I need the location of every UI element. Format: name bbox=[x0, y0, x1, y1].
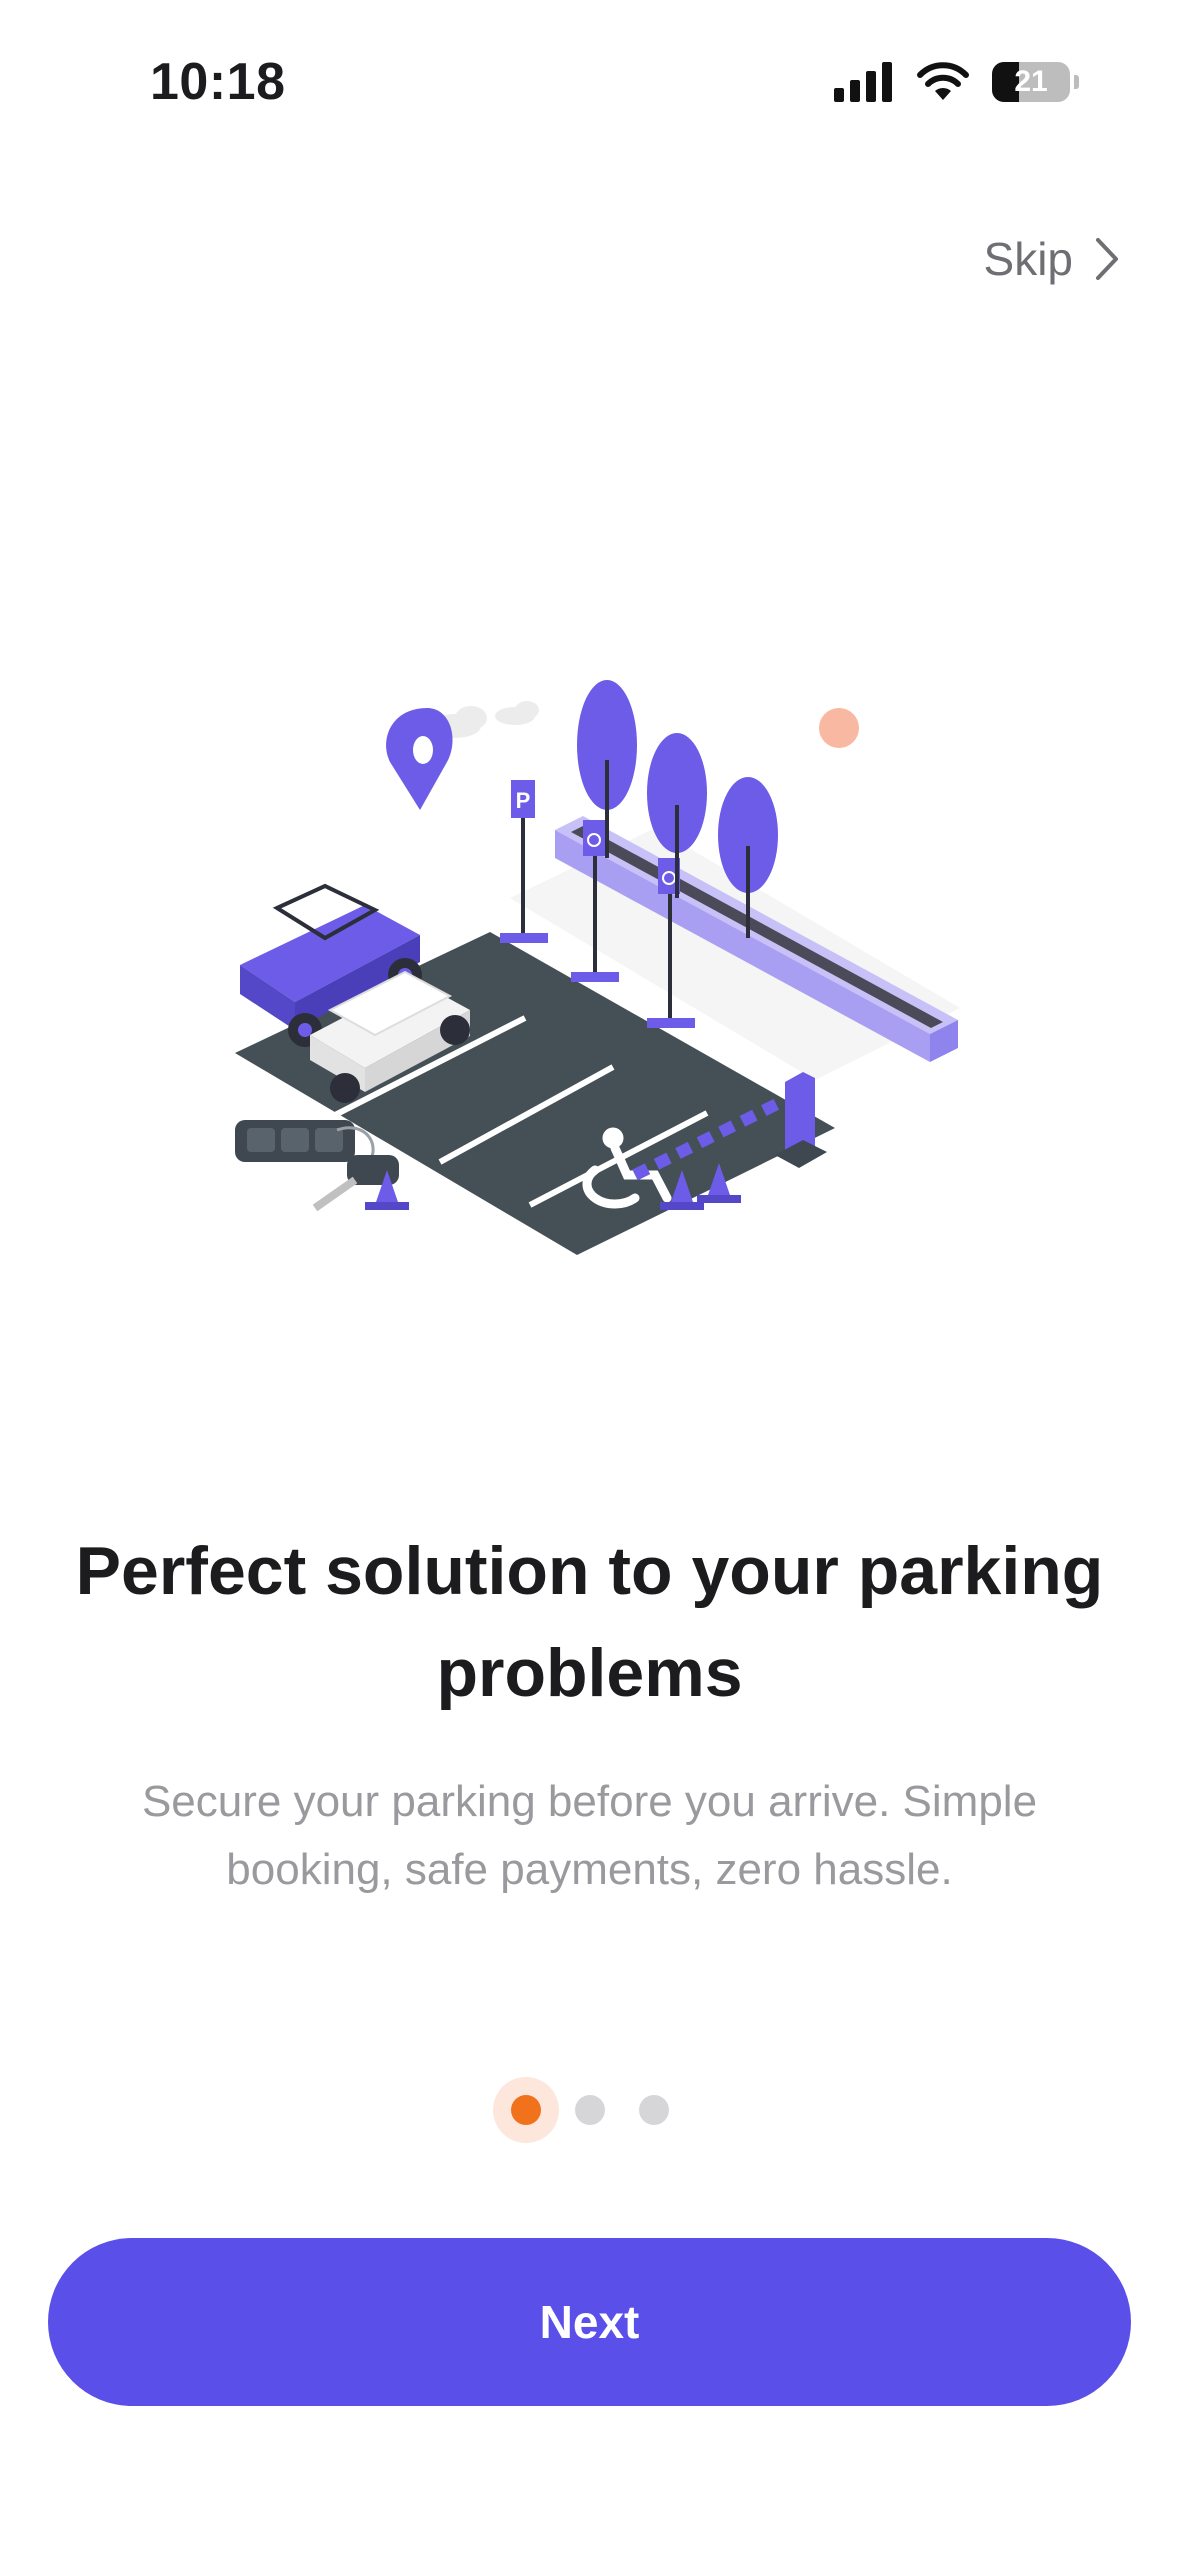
skip-button[interactable]: Skip bbox=[984, 232, 1119, 286]
sun-icon bbox=[819, 708, 859, 748]
chevron-right-icon bbox=[1096, 238, 1118, 280]
battery-level: 21 bbox=[1014, 65, 1048, 98]
parking-illustration: P bbox=[235, 680, 960, 1255]
status-bar: 10:18 21 bbox=[0, 0, 1179, 170]
battery-cap bbox=[1074, 75, 1079, 89]
page-dot-3[interactable] bbox=[638, 2095, 669, 2125]
page-indicator bbox=[0, 2075, 1179, 2145]
page-dot-2[interactable] bbox=[574, 2095, 605, 2125]
next-button-label: Next bbox=[539, 2296, 640, 2348]
signal-icon bbox=[834, 62, 892, 102]
page-dot-1[interactable] bbox=[510, 2095, 541, 2125]
parking-sign: P bbox=[500, 780, 548, 943]
next-button[interactable]: Next bbox=[48, 2238, 1131, 2406]
wifi-icon bbox=[917, 62, 969, 100]
status-icons: 21 bbox=[834, 62, 1079, 102]
location-pin-icon bbox=[386, 708, 453, 810]
status-time: 10:18 bbox=[150, 53, 286, 111]
onboarding-subtitle: Secure your parking before you arrive. S… bbox=[141, 1777, 1038, 1894]
svg-text:P: P bbox=[516, 788, 531, 813]
onboarding-title: Perfect solution to your parking problem… bbox=[75, 1533, 1104, 1711]
battery-icon: 21 bbox=[992, 62, 1070, 102]
skip-label: Skip bbox=[983, 233, 1073, 285]
